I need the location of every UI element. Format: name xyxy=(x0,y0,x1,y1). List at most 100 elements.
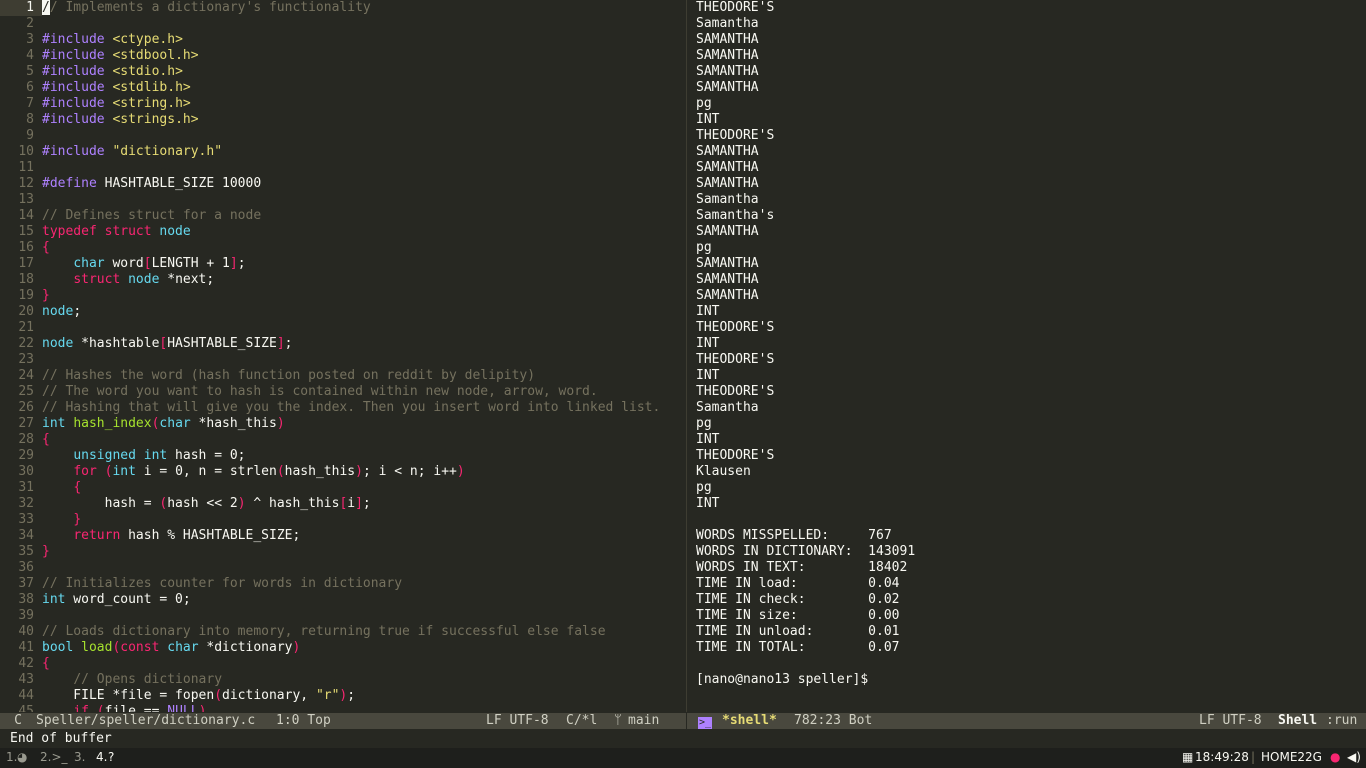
code-line[interactable]: 41 bool load(const char *dictionary) xyxy=(0,640,686,656)
workspace-3[interactable]: 3. xyxy=(74,750,85,764)
code-line[interactable]: 18 struct node *next; xyxy=(0,272,686,288)
code-line[interactable]: 23 xyxy=(0,352,686,368)
shell-output-line: WORDS IN DICTIONARY: 143091 xyxy=(696,544,916,559)
shell-buffer-name[interactable]: *shell* xyxy=(722,713,777,729)
code-text: // Initializes counter for words in dict… xyxy=(42,576,402,591)
line-number: 18 xyxy=(18,272,34,287)
code-line[interactable]: 32 hash = (hash << 2) ^ hash_this[i]; xyxy=(0,496,686,512)
clock[interactable]: 18:49:28 xyxy=(1195,750,1249,764)
code-line[interactable]: 38 int word_count = 0; xyxy=(0,592,686,608)
line-number: 16 xyxy=(18,240,34,255)
shell-output-line: THEODORE'S xyxy=(696,320,775,335)
code-line[interactable]: 14 // Defines struct for a node xyxy=(0,208,686,224)
code-line[interactable]: 9 xyxy=(0,128,686,144)
workspace-2[interactable]: 2.>_ xyxy=(40,750,68,764)
firefox-tray-icon[interactable]: ● xyxy=(1330,750,1340,764)
code-token: ) xyxy=(355,464,363,479)
encoding-indicator[interactable]: LF UTF-8 xyxy=(486,713,549,729)
major-mode[interactable]: C/*l xyxy=(566,713,597,729)
code-line[interactable]: 21 xyxy=(0,320,686,336)
line-number: 28 xyxy=(18,432,34,447)
code-line[interactable]: 20 node; xyxy=(0,304,686,320)
workspace-4[interactable]: 4. xyxy=(96,750,107,764)
code-token: word_count = 0; xyxy=(65,592,191,607)
code-line[interactable]: 10 #include "dictionary.h" xyxy=(0,144,686,160)
code-text: #include <stdlib.h> xyxy=(42,80,191,95)
shell-output-line: pg xyxy=(696,416,712,431)
code-editor-pane[interactable]: 1// Implements a dictionary's functional… xyxy=(0,0,686,712)
code-line[interactable]: 11 xyxy=(0,160,686,176)
code-line[interactable]: 26 // Hashing that will give you the inde… xyxy=(0,400,686,416)
code-line[interactable]: 22 node *hashtable[HASHTABLE_SIZE]; xyxy=(0,336,686,352)
code-line[interactable]: 37 // Initializes counter for words in di… xyxy=(0,576,686,592)
code-line[interactable]: 42 { xyxy=(0,656,686,672)
code-token: HASHTABLE_SIZE 10000 xyxy=(104,176,262,191)
code-line[interactable]: 34 return hash % HASHTABLE_SIZE; xyxy=(0,528,686,544)
code-token: ; xyxy=(284,336,293,351)
firefox-icon: ◕ xyxy=(17,750,28,764)
code-line[interactable]: 13 xyxy=(0,192,686,208)
code-line[interactable]: 33 } xyxy=(0,512,686,528)
code-text: node *hashtable[HASHTABLE_SIZE]; xyxy=(42,336,292,351)
code-line[interactable]: 39 xyxy=(0,608,686,624)
code-token: // Implements a dictionary's functionali… xyxy=(42,0,371,15)
line-number: 23 xyxy=(18,352,34,367)
git-branch[interactable]: main xyxy=(628,713,659,729)
code-line[interactable]: 6 #include <stdlib.h> xyxy=(0,80,686,96)
volume-icon[interactable]: ◀) xyxy=(1347,750,1361,764)
shell-major-mode[interactable]: Shell xyxy=(1278,713,1317,729)
code-token: // Hashing that will give you the index.… xyxy=(42,400,661,415)
code-line[interactable]: 8 #include <strings.h> xyxy=(0,112,686,128)
code-token: unsigned int xyxy=(73,448,168,463)
code-token: for xyxy=(73,464,97,479)
shell-output-line: THEODORE'S xyxy=(696,448,775,463)
code-line[interactable]: 43 // Opens dictionary xyxy=(0,672,686,688)
code-line[interactable]: 45 if (file == NULL) xyxy=(0,704,686,712)
code-token: <strings.h> xyxy=(112,112,199,127)
shell-pane[interactable]: THEODORE'S Samantha SAMANTHA SAMANTHA SAMANT… xyxy=(687,0,1366,712)
code-line[interactable]: 28 { xyxy=(0,432,686,448)
code-line[interactable]: 35} xyxy=(0,544,686,560)
code-line[interactable]: 44 FILE *file = fopen(dictionary, "r"); xyxy=(0,688,686,704)
code-token: struct xyxy=(73,272,129,287)
shell-output-line: SAMANTHA xyxy=(696,32,759,47)
code-token: <stdlib.h> xyxy=(112,80,191,95)
shell-output-line: THEODORE'S xyxy=(696,352,775,367)
shell-output-line: WORDS IN TEXT: 18402 xyxy=(696,560,908,575)
code-line[interactable]: 30 for (int i = 0, n = strlen(hash_this)… xyxy=(0,464,686,480)
code-text: } xyxy=(42,544,50,559)
workspace-1[interactable]: 1. xyxy=(6,750,17,764)
code-text: node; xyxy=(42,304,81,319)
shell-encoding[interactable]: LF UTF-8 xyxy=(1199,713,1262,729)
code-line[interactable]: 19} xyxy=(0,288,686,304)
buffer-path[interactable]: Speller/speller/dictionary.c xyxy=(36,713,255,729)
editor-modeline: C Speller/speller/dictionary.c 1:0 Top L… xyxy=(0,713,686,729)
line-number: 8 xyxy=(26,112,34,127)
code-line[interactable]: 15 typedef struct node xyxy=(0,224,686,240)
code-line[interactable]: 24 // Hashes the word (hash function post… xyxy=(0,368,686,384)
code-line[interactable]: 2 xyxy=(0,16,686,32)
code-line[interactable]: 17 char word[LENGTH + 1]; xyxy=(0,256,686,272)
code-line[interactable]: 4 #include <stdbool.h> xyxy=(0,48,686,64)
code-line[interactable]: 5 #include <stdio.h> xyxy=(0,64,686,80)
code-line[interactable]: 36 xyxy=(0,560,686,576)
code-line[interactable]: 25 // The word you want to hash is contai… xyxy=(0,384,686,400)
code-line[interactable]: 3 #include <ctype.h> xyxy=(0,32,686,48)
code-line[interactable]: 16 { xyxy=(0,240,686,256)
line-number: 45 xyxy=(18,704,34,712)
code-token: *hashtable xyxy=(73,336,160,351)
network-name[interactable]: HOME22G xyxy=(1261,750,1322,764)
code-line[interactable]: 1// Implements a dictionary's functional… xyxy=(0,0,686,16)
code-line[interactable]: 40 // Loads dictionary into memory, retur… xyxy=(0,624,686,640)
line-number: 7 xyxy=(26,96,34,111)
code-token: hash << 2 xyxy=(167,496,238,511)
code-line[interactable]: 7 #include <string.h> xyxy=(0,96,686,112)
code-line[interactable]: 29 unsigned int hash = 0; xyxy=(0,448,686,464)
code-line[interactable]: 12 #define HASHTABLE_SIZE 10000 xyxy=(0,176,686,192)
shell-output-line: SAMANTHA xyxy=(696,48,759,63)
code-text: bool load(const char *dictionary) xyxy=(42,640,300,655)
code-line[interactable]: 27 int hash_index(char *hash_this) xyxy=(0,416,686,432)
code-line[interactable]: 31 { xyxy=(0,480,686,496)
